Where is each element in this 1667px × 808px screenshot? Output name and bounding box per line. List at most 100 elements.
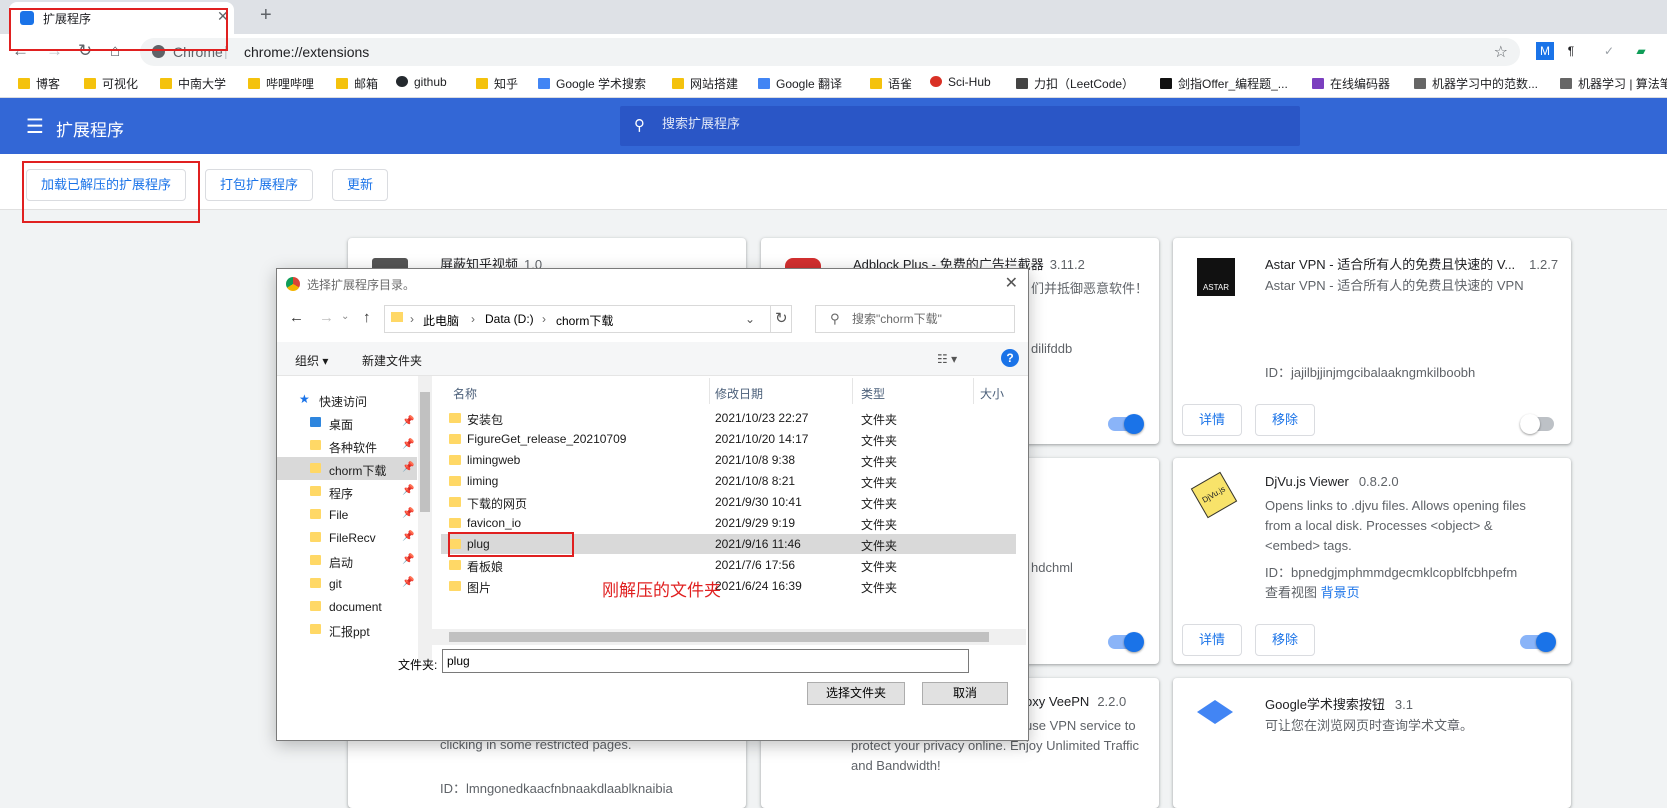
help-icon[interactable]: ? [1001,349,1019,367]
enable-toggle[interactable] [1108,414,1144,434]
breadcrumb-item[interactable]: Data (D:) [485,312,534,326]
nav-scrollbar[interactable] [418,376,432,661]
organize-button[interactable]: 组织 ▾ [295,352,328,369]
file-row[interactable]: favicon_io 2021/9/29 9:19 文件夹 [441,513,1016,533]
bookmark[interactable]: 力扣（LeetCode） [1016,75,1134,92]
bookmark[interactable]: 剑指Offer_编程题_... [1160,75,1288,92]
remove-button[interactable]: 移除 [1255,624,1316,656]
bookmark[interactable]: Google 学术搜索 [538,75,646,92]
nav-item[interactable]: 程序 📌 [277,480,417,503]
enable-toggle[interactable] [1520,414,1554,434]
chevron-down-icon[interactable]: ⌄ [745,312,755,326]
column-header-type[interactable]: 类型 [861,385,885,402]
folder-icon [449,434,461,444]
extension-desc: 可让您在浏览网页时查询学术文章。 [1265,718,1474,733]
file-row[interactable]: 下载的网页 2021/9/30 10:41 文件夹 [441,492,1016,512]
page-title: 扩展程序 [56,121,124,140]
bookmark[interactable]: 邮箱 [336,75,378,92]
file-row[interactable]: liming 2021/10/8 8:21 文件夹 [441,471,1016,491]
column-header-date[interactable]: 修改日期 [715,385,763,402]
bookmark-star-icon[interactable]: ☆ [1494,42,1508,62]
up-icon[interactable]: ↑ [363,309,371,326]
nav-item-selected[interactable]: chorm下载 📌 [277,457,417,480]
hamburger-menu-icon[interactable]: ☰ [26,114,44,139]
enable-toggle[interactable] [1520,632,1556,652]
enable-toggle[interactable] [1108,632,1144,652]
details-button[interactable]: 详情 [1182,624,1243,656]
bookmark[interactable]: 机器学习中的范数... [1414,75,1538,92]
inspect-views: 查看视图 背景页 [1265,585,1360,600]
bookmark[interactable]: 可视化 [84,75,138,92]
bookmark[interactable]: 在线编码器 [1312,75,1390,92]
remove-button[interactable]: 移除 [1255,404,1316,436]
new-tab-icon[interactable]: + [260,4,272,27]
search-input[interactable] [662,116,1262,131]
search-icon: ⚲ [634,117,645,134]
details-button[interactable]: 详情 [1182,404,1243,436]
nav-item-quick-access[interactable]: ★ 快速访问 [277,388,417,411]
pilcrow-icon[interactable]: ¶ [1562,42,1580,60]
breadcrumb-item[interactable]: chorm下载 [556,312,613,329]
file-row[interactable]: 看板娘 2021/7/6 17:56 文件夹 [441,555,1016,575]
search-input[interactable] [852,312,1007,326]
bookmark[interactable]: 知乎 [476,75,518,92]
extension-m-icon[interactable]: M [1536,42,1554,60]
check-icon[interactable]: ✓ [1600,42,1618,60]
folder-icon [160,78,172,89]
bookmark[interactable]: github [396,75,447,89]
folder-icon [449,476,461,486]
nav-item[interactable]: 桌面 📌 [277,411,417,434]
new-folder-button[interactable]: 新建文件夹 [362,352,422,369]
bookmark[interactable]: 博客 [18,75,60,92]
search-box[interactable]: ⚲ [815,305,1015,333]
search-box[interactable]: ⚲ [620,106,1300,146]
folder-input[interactable] [442,649,969,673]
bookmark[interactable]: Sci-Hub [930,75,991,89]
nav-item[interactable]: File 📌 [277,503,417,526]
desktop-icon [310,417,321,427]
bookmark[interactable]: 哔哩哔哩 [248,75,314,92]
cancel-button[interactable]: 取消 [922,682,1008,705]
bookmark[interactable]: 网站搭建 [672,75,738,92]
extension-name: Google学术搜索按钮 3.1 [1265,697,1413,712]
breadcrumb-item[interactable]: 此电脑 [423,312,459,329]
bookmark[interactable]: Google 翻译 [758,75,842,92]
file-row[interactable]: limingweb 2021/10/8 9:38 文件夹 [441,450,1016,470]
address-bar[interactable]: Chrome | chrome://extensions ☆ [140,38,1520,66]
refresh-icon[interactable]: ↻ [775,309,788,327]
address-bar[interactable]: › 此电脑 › Data (D:) › chorm下载 ⌄ [384,305,792,333]
file-row[interactable]: 安装包 2021/10/23 22:27 文件夹 [441,408,1016,428]
view-options-icon[interactable]: ☷ ▾ [937,352,957,366]
pin-icon: 📌 [402,508,415,519]
nav-item[interactable]: 启动 📌 [277,549,417,572]
recent-dropdown-icon[interactable]: ⌄ [341,311,349,322]
folder-icon [449,497,461,507]
nav-item[interactable]: git 📌 [277,572,417,595]
scrollbar-thumb[interactable] [449,632,989,642]
select-folder-button[interactable]: 选择文件夹 [807,682,905,705]
folder-icon [18,78,30,89]
chevron-right-icon: › [471,312,475,326]
background-page-link[interactable]: 背景页 [1321,585,1360,600]
scrollbar-thumb[interactable] [420,392,430,512]
column-header-size[interactable]: 大小 [980,385,1004,402]
update-button[interactable]: 更新 [332,169,389,201]
bookmark[interactable]: 中南大学 [160,75,226,92]
bookmark[interactable]: 机器学习 | 算法笔 [1560,75,1667,92]
nav-item[interactable]: FileRecv 📌 [277,526,417,549]
nav-item[interactable]: 汇报ppt [277,618,417,641]
file-row[interactable]: 图片 2021/6/24 16:39 文件夹 [441,576,1016,596]
column-header-name[interactable]: 名称 [453,385,477,402]
horizontal-scrollbar[interactable] [432,629,1026,645]
forward-icon[interactable]: → [319,309,334,326]
back-icon[interactable]: ← [289,309,304,326]
action-bar: 加载已解压的扩展程序 打包扩展程序 更新 [0,154,1667,210]
file-row[interactable]: FigureGet_release_20210709 2021/10/20 14:… [441,429,1016,449]
pack-extension-button[interactable]: 打包扩展程序 [205,169,314,201]
nav-item[interactable]: 各种软件 📌 [277,434,417,457]
folder-icon [310,555,321,565]
close-icon[interactable]: ✕ [1005,273,1018,293]
extension-green-icon[interactable]: ▰ [1632,42,1650,60]
nav-item[interactable]: document [277,595,417,618]
bookmark[interactable]: 语雀 [870,75,912,92]
